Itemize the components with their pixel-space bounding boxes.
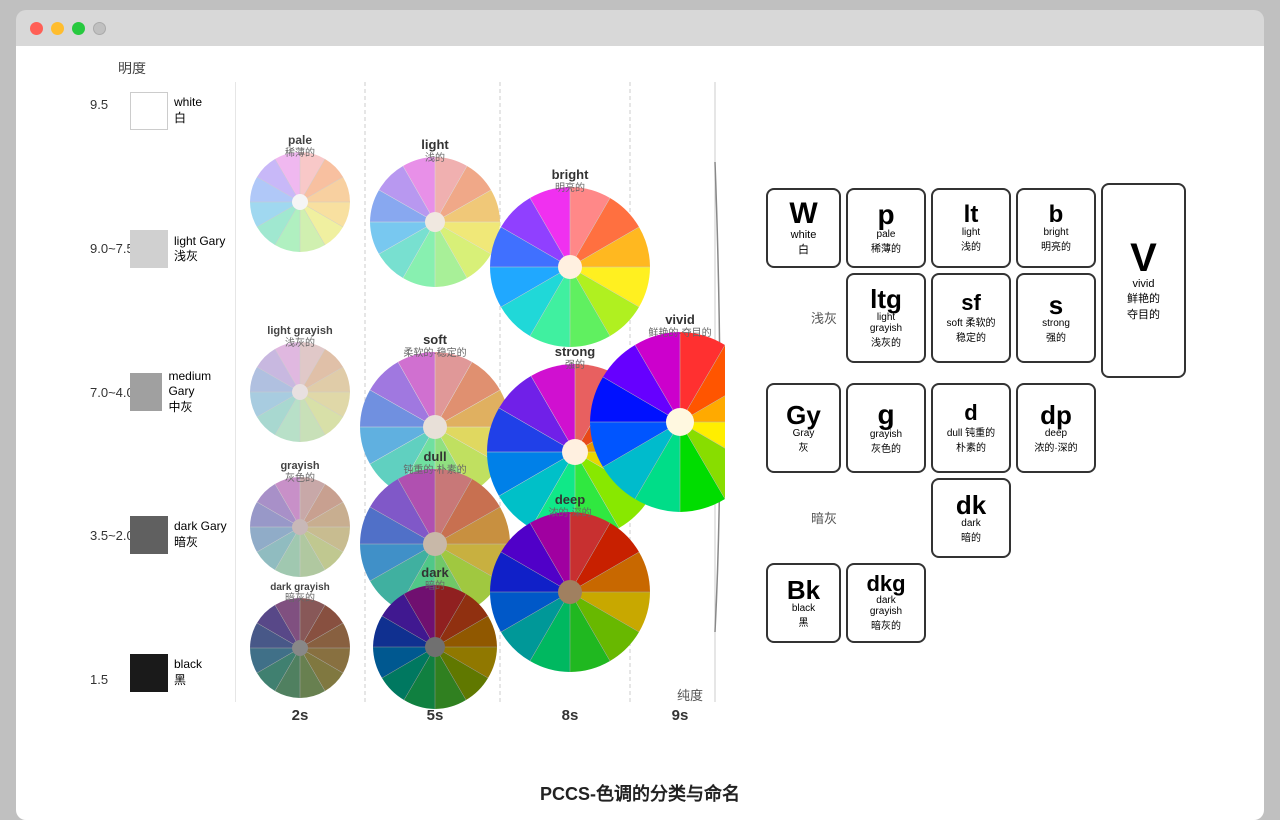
svg-text:暗的: 暗的 <box>425 579 445 592</box>
gray-swatch-black: black 黑 <box>130 654 230 692</box>
tone-cell-v: V vivid 鲜艳的 夺目的 <box>1101 183 1186 378</box>
svg-text:鲜艳的·夺目的: 鲜艳的·夺目的 <box>648 326 711 339</box>
tone-cell-white: W white 白 <box>766 188 841 268</box>
tone-cell-dk: dk dark 暗的 <box>931 478 1011 558</box>
dot-green[interactable] <box>72 22 85 35</box>
tone-cell-sf: sf soft 柔软的 稳定的 <box>931 273 1011 363</box>
svg-text:9s: 9s <box>672 707 689 722</box>
svg-text:浅灰的: 浅灰的 <box>285 336 315 349</box>
dot-gray <box>93 22 106 35</box>
tone-cell-b: b bright 明亮的 <box>1016 188 1096 268</box>
dot-red[interactable] <box>30 22 43 35</box>
svg-text:纯度: 纯度 <box>677 688 703 703</box>
svg-text:dark: dark <box>421 565 449 580</box>
svg-text:dull: dull <box>423 449 446 464</box>
svg-text:soft: soft <box>423 332 448 347</box>
svg-text:明亮的: 明亮的 <box>555 181 585 194</box>
svg-text:deep: deep <box>555 492 585 507</box>
svg-text:2s: 2s <box>292 707 309 722</box>
page-footer: PCCS-色调的分类与命名 <box>40 768 1240 810</box>
svg-text:pale: pale <box>288 133 312 147</box>
gray-swatch-medium: medium Gary 中灰 <box>130 369 230 416</box>
gray-label-pale: 浅灰 <box>766 273 841 363</box>
gray-swatch-light: light Gary 浅灰 <box>130 230 230 268</box>
tone-cell-lt: lt light 浅的 <box>931 188 1011 268</box>
svg-text:bright: bright <box>552 167 589 182</box>
dot-yellow[interactable] <box>51 22 64 35</box>
tone-cell-d: d dull 钝重的 朴素的 <box>931 383 1011 473</box>
svg-text:浓的·深的: 浓的·深的 <box>548 506 591 519</box>
svg-text:浅的: 浅的 <box>425 151 445 164</box>
tone-cell-s: s strong 强的 <box>1016 273 1096 363</box>
svg-text:8s: 8s <box>562 707 579 722</box>
svg-text:暗灰的: 暗灰的 <box>285 591 315 604</box>
y-tick-5: 1.5 <box>90 672 134 687</box>
svg-text:5s: 5s <box>427 707 444 722</box>
tone-cell-dp: dp deep 浓的·深的 <box>1016 383 1096 473</box>
tone-grid-panel: W white 白 p pale 稀薄的 lt <box>756 62 1240 768</box>
gray-swatch-white: white 白 <box>130 92 230 130</box>
gray-label-dark: 暗灰 <box>766 478 841 558</box>
tone-cell-bk: Bk black 黑 <box>766 563 841 643</box>
svg-text:vivid: vivid <box>665 312 695 327</box>
svg-text:grayish: grayish <box>280 460 319 472</box>
svg-text:强的: 强的 <box>565 358 585 371</box>
tone-cell-ltg: ltg light grayish 浅灰的 <box>846 273 926 363</box>
svg-text:灰色的: 灰色的 <box>285 471 315 484</box>
svg-text:钝重的·朴素的: 钝重的·朴素的 <box>403 463 466 476</box>
tone-cell-pale: p pale 稀薄的 <box>846 188 926 268</box>
svg-text:柔软的·稳定的: 柔软的·稳定的 <box>403 346 466 359</box>
svg-text:dark grayish: dark grayish <box>270 582 329 593</box>
diagram-panel: 明度 9.5 9.0~7.5 7.0~4.0 3.5~2.0 1.5 white <box>40 62 740 768</box>
tone-cell-dkg: dkg dark grayish 暗灰的 <box>846 563 926 643</box>
svg-text:light grayish: light grayish <box>267 325 333 337</box>
y-tick-2: 9.0~7.5 <box>90 241 134 256</box>
tone-cell-gy: Gy Gray 灰 <box>766 383 841 473</box>
y-tick-1: 9.5 <box>90 97 134 112</box>
gray-swatch-dark: dark Gary 暗灰 <box>130 516 230 554</box>
svg-text:light: light <box>421 137 449 152</box>
color-wheels-svg: pale 稀薄的 <box>235 82 725 702</box>
svg-text:strong: strong <box>555 344 596 359</box>
tone-cell-g: g grayish 灰色的 <box>846 383 926 473</box>
brightness-axis-label: 明度 <box>118 62 146 78</box>
y-tick-3: 7.0~4.0 <box>90 385 134 400</box>
y-tick-4: 3.5~2.0 <box>90 528 134 543</box>
svg-text:稀薄的: 稀薄的 <box>285 146 315 159</box>
